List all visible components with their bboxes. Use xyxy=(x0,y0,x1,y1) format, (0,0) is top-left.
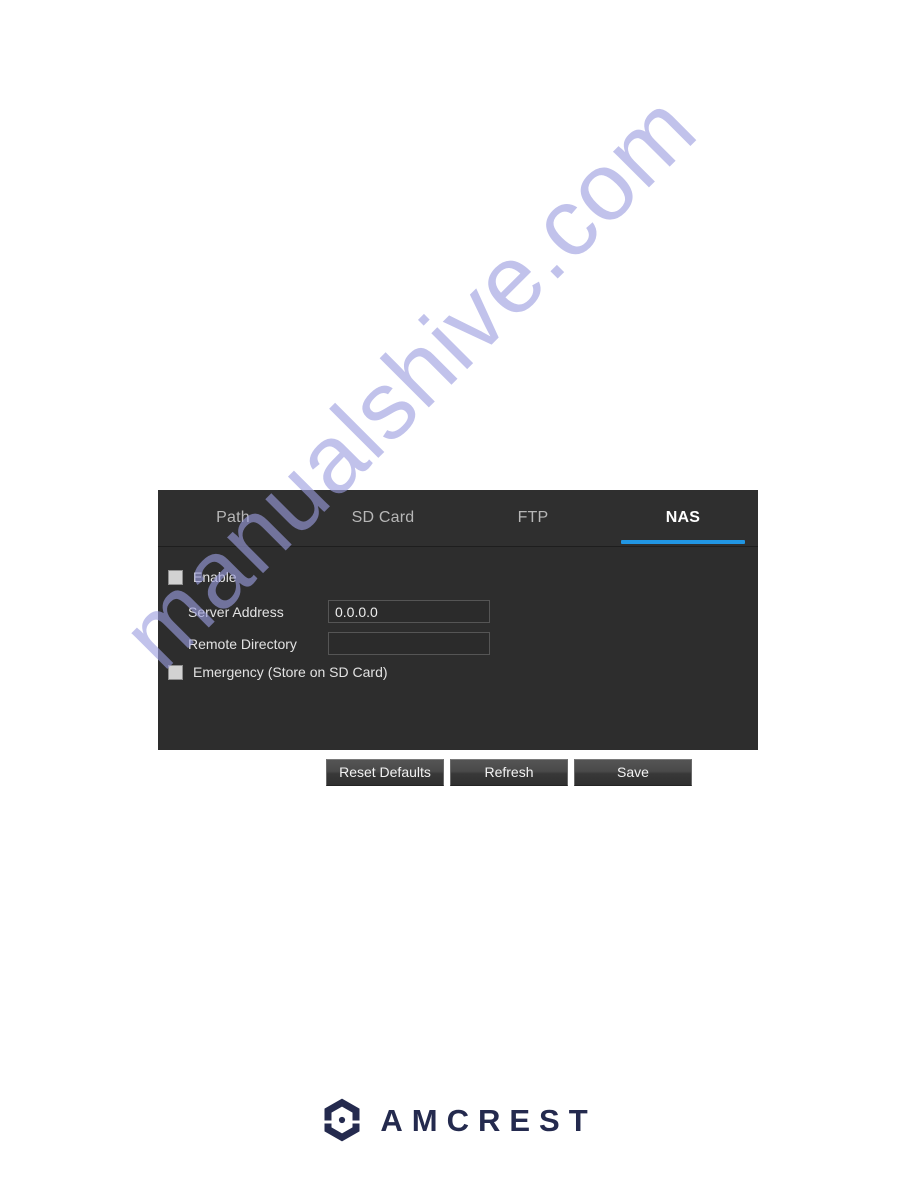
server-address-input[interactable] xyxy=(328,600,490,623)
emergency-row: Emergency (Store on SD Card) xyxy=(168,664,388,680)
amcrest-wordmark: AMCREST xyxy=(380,1102,597,1138)
remote-directory-row: Remote Directory xyxy=(188,632,490,655)
tab-nas-label: NAS xyxy=(665,509,701,526)
tab-ftp-label: FTP xyxy=(517,509,549,526)
nas-settings-form: Enable Server Address Remote Directory E… xyxy=(158,547,758,786)
tab-ftp[interactable]: FTP xyxy=(458,490,608,546)
remote-directory-input[interactable] xyxy=(328,632,490,655)
tab-bar: Path SD Card FTP NAS xyxy=(158,490,758,547)
remote-directory-label: Remote Directory xyxy=(188,635,297,652)
tab-path[interactable]: Path xyxy=(158,490,308,546)
tab-nas[interactable]: NAS xyxy=(608,490,758,546)
tab-sd-card-label: SD Card xyxy=(351,509,415,526)
emergency-label: Emergency (Store on SD Card) xyxy=(193,664,388,680)
save-button[interactable]: Save xyxy=(574,759,692,786)
refresh-button[interactable]: Refresh xyxy=(450,759,568,786)
storage-settings-panel: Path SD Card FTP NAS Enable Server Addre… xyxy=(158,490,758,786)
enable-row: Enable xyxy=(168,569,237,585)
tab-path-label: Path xyxy=(216,509,250,526)
reset-defaults-button[interactable]: Reset Defaults xyxy=(326,759,444,786)
footer-brand: AMCREST xyxy=(0,1094,918,1146)
server-address-row: Server Address xyxy=(188,600,490,623)
enable-checkbox[interactable] xyxy=(168,569,183,585)
active-tab-indicator xyxy=(621,540,745,544)
tab-sd-card[interactable]: SD Card xyxy=(308,490,458,546)
action-button-row: Reset Defaults Refresh Save xyxy=(326,759,692,786)
amcrest-hexagon-logo-icon xyxy=(324,1098,360,1142)
server-address-label: Server Address xyxy=(188,603,284,620)
emergency-checkbox[interactable] xyxy=(168,664,183,680)
enable-label: Enable xyxy=(193,569,237,585)
